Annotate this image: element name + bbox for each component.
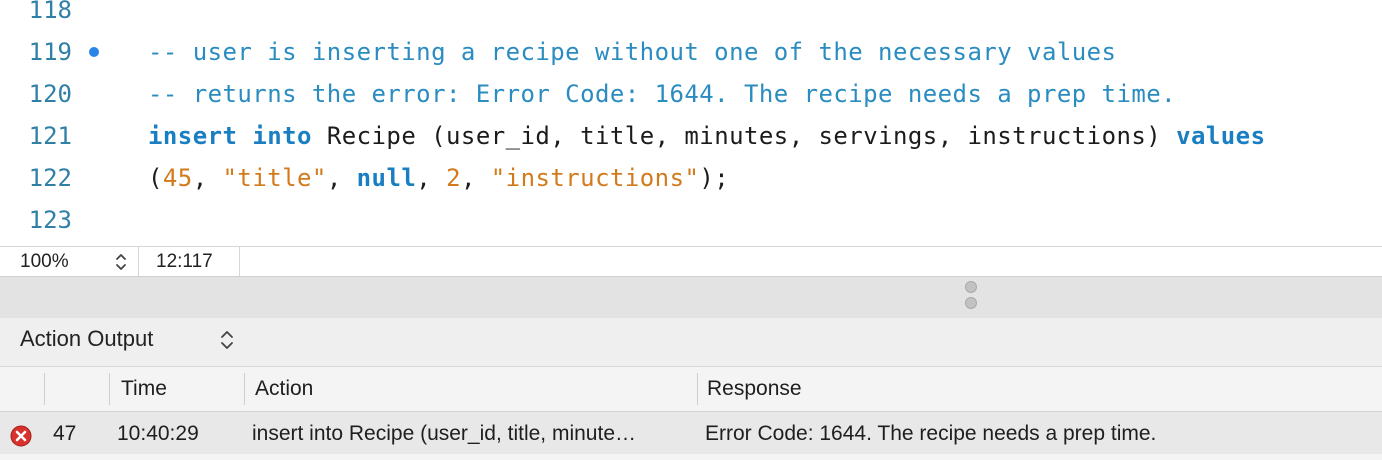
- line-marker-dot[interactable]: [89, 47, 99, 57]
- panel-splitter[interactable]: [0, 276, 1382, 318]
- code-line-121: 121 insert into Recipe (user_id, title, …: [0, 115, 1382, 157]
- string-literal: "instructions": [490, 164, 700, 192]
- column-divider[interactable]: [44, 373, 45, 405]
- keyword-insert: insert: [148, 122, 238, 150]
- line-number: 121: [28, 122, 72, 150]
- keyword-into: into: [252, 122, 312, 150]
- open-paren: (: [148, 164, 163, 192]
- zoom-stepper-icon[interactable]: [110, 247, 132, 276]
- code-line-120: 120 -- returns the error: Error Code: 16…: [0, 73, 1382, 115]
- code-line-119: 119 -- user is inserting a recipe withou…: [0, 31, 1382, 73]
- sql-comment: -- returns the error: Error Code: 1644. …: [148, 80, 1177, 108]
- grip-dot-icon: [965, 281, 977, 293]
- separator: ,: [192, 164, 223, 192]
- column-header-response[interactable]: Response: [707, 367, 802, 411]
- output-table-header: Time Action Response: [0, 366, 1382, 412]
- column-divider[interactable]: [697, 373, 698, 405]
- table-bottom-strip: [0, 454, 1382, 460]
- sql-values-tuple: (45, "title", null, 2, "instructions");: [148, 157, 729, 199]
- column-header-time[interactable]: Time: [121, 367, 167, 411]
- zoom-level[interactable]: 100%: [20, 247, 69, 276]
- row-index: 47: [53, 422, 77, 445]
- line-number: 120: [28, 80, 72, 108]
- line-number: 119: [28, 38, 72, 66]
- separator: ,: [416, 164, 447, 192]
- output-type-select[interactable]: Action Output: [20, 318, 153, 366]
- separator: ,: [460, 164, 491, 192]
- code-editor[interactable]: 118 119 -- user is inserting a recipe wi…: [0, 0, 1382, 246]
- line-number: 122: [28, 164, 72, 192]
- row-time: 10:40:29: [117, 422, 199, 445]
- string-literal: "title": [222, 164, 327, 192]
- status-divider: [239, 247, 240, 276]
- column-header-action[interactable]: Action: [255, 367, 313, 411]
- keyword-null: null: [356, 164, 417, 192]
- keyword-values: values: [1176, 122, 1266, 150]
- editor-status-bar: 100% 12:117: [0, 246, 1382, 276]
- close-paren-semicolon: );: [699, 164, 730, 192]
- code-line-123: 123: [0, 199, 1382, 241]
- number-literal: 2: [446, 164, 461, 192]
- code-line-122: 122 (45, "title", null, 2, "instructions…: [0, 157, 1382, 199]
- code-line-118: 118: [0, 0, 1382, 31]
- table-and-columns: Recipe (user_id, title, minutes, serving…: [311, 122, 1177, 150]
- table-row[interactable]: 47 10:40:29 insert into Recipe (user_id,…: [0, 412, 1382, 454]
- row-response: Error Code: 1644. The recipe needs a pre…: [705, 422, 1157, 445]
- sql-statement: insert into Recipe (user_id, title, minu…: [148, 115, 1265, 157]
- sql-comment: -- user is inserting a recipe without on…: [148, 38, 1117, 66]
- status-divider: [138, 247, 139, 276]
- line-number: 118: [28, 0, 72, 24]
- number-literal: 45: [162, 164, 193, 192]
- grip-dot-icon: [965, 297, 977, 309]
- error-icon: [10, 425, 32, 447]
- column-divider[interactable]: [109, 373, 110, 405]
- cursor-position: 12:117: [156, 251, 213, 272]
- column-divider[interactable]: [244, 373, 245, 405]
- separator: ,: [326, 164, 357, 192]
- line-number: 123: [28, 206, 72, 234]
- select-chevron-icon[interactable]: [216, 328, 238, 352]
- output-panel-header: Action Output: [0, 318, 1382, 366]
- row-action: insert into Recipe (user_id, title, minu…: [252, 422, 636, 445]
